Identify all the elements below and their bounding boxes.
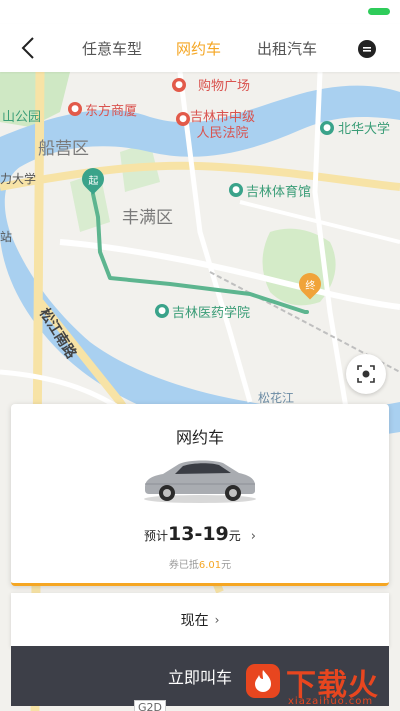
court-icon: ● (176, 112, 190, 126)
fare-unit: 元 (228, 529, 241, 543)
back-button[interactable] (10, 30, 46, 66)
message-icon (358, 40, 376, 58)
top-nav: 任意车型 网约车 出租汽车 (0, 24, 400, 72)
store-icon: ● (68, 102, 82, 116)
ride-type-title: 网约车 (175, 428, 224, 447)
poi-label-medical: 吉林医药学院 (172, 306, 251, 321)
tab-ride-hailing[interactable]: 网约车 (176, 38, 221, 59)
ride-option-card[interactable]: 网约车 预计13-19元 › 券已抵6.01元 (11, 404, 389, 586)
poi-label-park: 山公园 (2, 110, 42, 125)
coupon-unit: 元 (221, 560, 232, 571)
coupon-amount: 6.01 (198, 560, 222, 571)
fare-prefix: 预计 (143, 529, 168, 543)
district-label-chuanying: 船营区 (38, 139, 89, 159)
chevron-left-icon (21, 37, 34, 59)
poi-label-dongfang: 东方商厦 (85, 104, 138, 119)
poi-label-station: 站 (0, 230, 13, 244)
poi-label-court: 吉林市中级 人民法院 (190, 110, 256, 141)
chevron-right-icon: › (250, 529, 256, 544)
flame-logo-icon (246, 664, 280, 698)
poi-label-stadium: 吉林体育馆 (246, 185, 312, 200)
departure-time-selector[interactable]: 现在 › (11, 593, 389, 647)
departure-time-label: 现在 (180, 613, 209, 629)
watermark: 下载火 xiazaihuo.com (236, 660, 396, 708)
highway-sign: G2D (134, 700, 166, 711)
school-icon: ● (155, 304, 169, 318)
shopping-icon: ● (172, 78, 186, 92)
status-bar (0, 0, 400, 24)
tab-taxi[interactable]: 出租汽车 (257, 38, 317, 59)
poi-label-mall: 购物广场 (198, 79, 251, 94)
locate-icon (357, 365, 375, 383)
district-label-fengman: 丰满区 (122, 208, 173, 228)
poi-label-university: 力大学 (0, 172, 37, 186)
coupon-prefix: 券已抵 (168, 560, 199, 571)
university-icon: ● (320, 121, 334, 135)
message-button[interactable] (356, 38, 378, 60)
chevron-right-icon: › (214, 613, 220, 627)
fare-estimate[interactable]: 预计13-19元 › (11, 523, 389, 545)
fare-range: 13-19 (168, 523, 229, 545)
tab-any-car[interactable]: 任意车型 (82, 38, 142, 59)
stadium-icon: ● (229, 183, 243, 197)
battery-icon (368, 8, 390, 15)
watermark-domain: xiazaihuo.com (288, 696, 374, 707)
car-image (144, 460, 256, 503)
locate-button[interactable] (346, 354, 386, 394)
coupon-info: 券已抵6.01元 (11, 556, 389, 571)
poi-label-beihua: 北华大学 (338, 122, 391, 137)
